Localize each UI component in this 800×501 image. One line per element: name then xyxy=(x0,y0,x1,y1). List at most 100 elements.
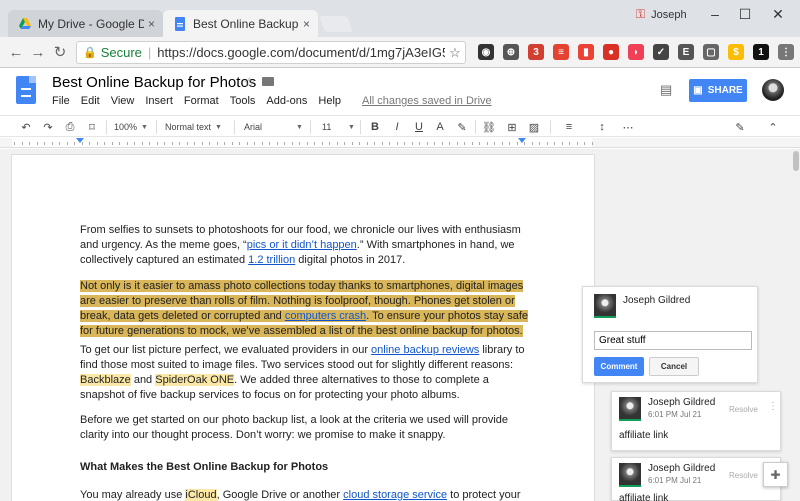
ruler-page xyxy=(12,138,592,147)
onepassword-icon[interactable]: 1 xyxy=(753,44,769,60)
comments-icon[interactable]: ▤ xyxy=(660,82,672,98)
text-run: SpiderOak ONE xyxy=(155,374,235,386)
italic-button[interactable]: I xyxy=(389,118,405,136)
todoist-icon[interactable]: ≡ xyxy=(553,44,569,60)
inline-link[interactable]: online backup reviews xyxy=(371,344,479,356)
paint-format-icon[interactable]: ⌑ xyxy=(84,118,100,136)
badge-ext-icon[interactable]: 3 xyxy=(528,44,544,60)
cancel-button[interactable]: Cancel xyxy=(649,357,699,376)
font-size-caret[interactable]: ▼ xyxy=(348,119,355,135)
menu-icon[interactable]: ⋮ xyxy=(778,44,794,60)
scroll-thumb[interactable] xyxy=(793,151,799,171)
menu-file[interactable]: File xyxy=(52,95,70,107)
text-color-button[interactable]: A xyxy=(432,118,448,136)
dollar-icon[interactable]: $ xyxy=(728,44,744,60)
avatar[interactable] xyxy=(762,79,784,101)
bookmark-icon[interactable]: ▮ xyxy=(578,44,594,60)
chevron-down-icon: ▼ xyxy=(348,123,355,131)
menu-insert[interactable]: Insert xyxy=(145,95,173,107)
font-select-caret[interactable]: ▼ xyxy=(296,119,303,135)
paragraph-2[interactable]: Not only is it easier to amass photo col… xyxy=(80,279,530,339)
line-spacing-icon[interactable]: ↕ xyxy=(594,118,610,136)
paragraph-5[interactable]: You may already use iCloud, Google Drive… xyxy=(80,488,530,501)
mask-icon[interactable]: ◉ xyxy=(478,44,494,60)
section-heading[interactable]: What Makes the Best Online Backup for Ph… xyxy=(80,460,530,475)
comment-input[interactable]: Great stuff xyxy=(594,331,752,350)
more-options-icon[interactable]: ⋮ xyxy=(768,401,778,412)
menu-edit[interactable]: Edit xyxy=(81,95,100,107)
close-window-button[interactable]: ✕ xyxy=(755,4,800,24)
undo-icon[interactable]: ↶ xyxy=(18,118,34,136)
menu-view[interactable]: View xyxy=(111,95,135,107)
folder-icon[interactable] xyxy=(262,77,274,86)
explore-icon[interactable]: ✚ xyxy=(763,462,788,487)
font-size-select[interactable]: 11 xyxy=(322,119,331,135)
tab-icon[interactable]: ▢ xyxy=(703,44,719,60)
inline-link[interactable]: computers crash xyxy=(284,310,367,322)
inline-link[interactable]: 1.2 trillion xyxy=(248,254,295,266)
resolve-button[interactable]: Resolve xyxy=(729,471,758,480)
chevron-down-icon: ▼ xyxy=(215,123,222,131)
menu-addons[interactable]: Add-ons xyxy=(266,95,307,107)
ruler-tick xyxy=(306,142,308,145)
inline-link[interactable]: cloud storage service xyxy=(343,489,447,501)
reload-button[interactable]: ↻ xyxy=(50,43,70,63)
address-bar[interactable]: 🔒 Secure | https://docs.google.com/docum… xyxy=(76,41,466,64)
zoom-select[interactable]: 100% ▼ xyxy=(114,119,148,135)
bold-button[interactable]: B xyxy=(367,118,383,136)
url-text[interactable]: https://docs.google.com/document/d/1mg7j… xyxy=(157,45,445,60)
ruler-tick xyxy=(374,142,375,145)
document-title[interactable]: Best Online Backup for Photos xyxy=(52,74,256,91)
tab-best-online-backup[interactable]: Best Online Backup for Ph × xyxy=(163,10,318,37)
underline-button[interactable]: U xyxy=(411,118,427,136)
ruler-tick xyxy=(119,142,120,145)
bookmark-star-icon[interactable]: ☆ xyxy=(445,45,465,61)
docs-logo-icon[interactable] xyxy=(16,76,36,104)
vertical-scrollbar[interactable] xyxy=(792,149,800,501)
editing-mode-icon[interactable]: ✎ xyxy=(730,118,750,136)
new-tab-button[interactable] xyxy=(319,16,353,32)
document-page[interactable]: From selfies to sunsets to photoshoots f… xyxy=(12,155,594,501)
close-icon[interactable]: × xyxy=(148,17,155,31)
ruler-tick xyxy=(561,142,563,145)
back-button[interactable]: ← xyxy=(6,43,26,63)
comment-button[interactable]: Comment xyxy=(594,357,644,376)
menu-help[interactable]: Help xyxy=(318,95,341,107)
readlater-icon[interactable]: ✓ xyxy=(653,44,669,60)
collapse-icon[interactable]: ⌃ xyxy=(765,118,781,136)
close-icon[interactable]: × xyxy=(303,17,310,31)
ruler-tick xyxy=(194,142,195,145)
link-icon[interactable]: ⛓ xyxy=(481,118,497,136)
redo-icon[interactable]: ↷ xyxy=(40,118,56,136)
comment-thread[interactable]: Joseph Gildred 6:01 PM Jul 21 Resolve af… xyxy=(611,457,781,501)
inline-link[interactable]: pics or it didn’t happen xyxy=(247,239,357,251)
font-select[interactable]: Arial xyxy=(244,119,262,135)
style-select[interactable]: Normal text ▼ xyxy=(165,119,222,135)
align-left-icon[interactable]: ≡ xyxy=(560,118,578,136)
saved-status[interactable]: All changes saved in Drive xyxy=(362,95,492,107)
tab-my-drive[interactable]: My Drive - Google Drive × xyxy=(8,10,163,37)
paragraph-3[interactable]: To get our list picture perfect, we eval… xyxy=(80,343,530,403)
paragraph-4[interactable]: Before we get started on our photo backu… xyxy=(80,413,530,443)
comment-thread[interactable]: Joseph Gildred 6:01 PM Jul 21 Resolve ⋮ … xyxy=(611,391,781,451)
menu-format[interactable]: Format xyxy=(184,95,219,107)
paragraph-1[interactable]: From selfies to sunsets to photoshoots f… xyxy=(80,223,530,268)
ruler-tick xyxy=(486,142,488,145)
more-icon[interactable]: ⋯ xyxy=(620,118,636,136)
image-icon[interactable]: ▨ xyxy=(525,118,543,136)
left-indent-marker[interactable] xyxy=(76,138,84,143)
menu-tools[interactable]: Tools xyxy=(230,95,256,107)
star-icon[interactable]: ☆ xyxy=(243,74,256,91)
evernote-icon[interactable]: E xyxy=(678,44,694,60)
share-button[interactable]: ▣ SHARE xyxy=(689,79,747,102)
print-icon[interactable]: ⎙ xyxy=(62,118,78,136)
add-comment-icon[interactable]: ⊞ xyxy=(504,118,520,136)
profile-chip[interactable]: ⚿ Joseph xyxy=(636,7,687,22)
ghost-icon[interactable]: ● xyxy=(603,44,619,60)
resolve-button[interactable]: Resolve xyxy=(729,405,758,414)
highlight-icon[interactable]: ✎ xyxy=(454,118,470,136)
ruler-tick xyxy=(381,142,383,145)
pocket-icon[interactable]: ◗ xyxy=(628,44,644,60)
forward-button[interactable]: → xyxy=(28,43,48,63)
globe-icon[interactable]: ⊕ xyxy=(503,44,519,60)
